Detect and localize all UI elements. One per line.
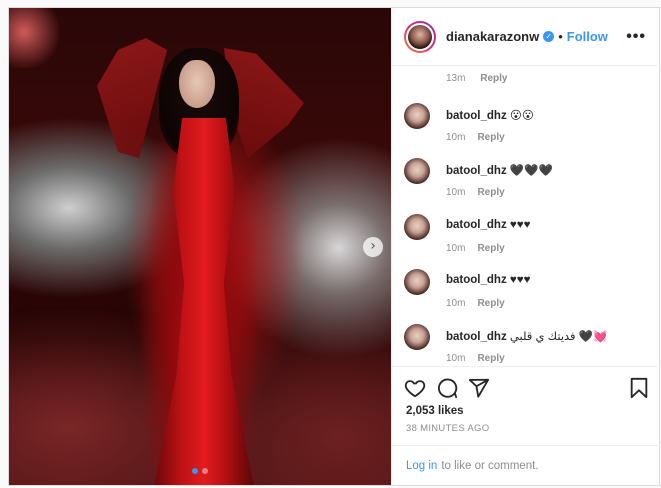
list-item: batool_dhz 😮😮 10m Reply (404, 103, 654, 151)
login-prompt-text: to like or comment. (441, 459, 539, 472)
comment-body: ♥♥♥ (509, 219, 531, 231)
chevron-right-icon[interactable]: › (363, 237, 383, 257)
avatar[interactable] (404, 324, 430, 350)
comment-meta: 13m Reply (446, 73, 507, 84)
post-timestamp[interactable]: 38 MINUTES AGO (406, 423, 489, 434)
photo-decor (9, 8, 59, 68)
post-header: dianakarazonw ✓ • Follow ••• (392, 8, 660, 66)
list-item: batool_dhz ♥♥♥ 10m Reply (404, 214, 654, 262)
comment-time: 10m (446, 243, 466, 254)
reply-button[interactable]: Reply (477, 243, 504, 254)
list-item: batool_dhz 🖤🖤🖤 10m Reply (404, 158, 654, 206)
action-bar (392, 368, 660, 408)
comment-text: batool_dhz ♥♥♥ (446, 219, 530, 231)
heart-icon[interactable] (404, 377, 426, 399)
carousel-indicator (192, 468, 208, 474)
reply-button[interactable]: Reply (477, 132, 504, 143)
comment-text: batool_dhz ♥♥♥ (446, 274, 530, 286)
login-link[interactable]: Log in (406, 460, 437, 472)
comment-meta: 10m Reply (446, 353, 505, 364)
reply-button[interactable]: Reply (477, 353, 504, 364)
carousel-dot (202, 468, 208, 474)
avatar[interactable] (404, 214, 430, 240)
comment-text: batool_dhz فديتك ي قلبي 🖤💓 (446, 329, 607, 343)
comment-body: فديتك ي قلبي 🖤💓 (509, 331, 608, 343)
share-icon[interactable] (468, 377, 490, 399)
comment-time: 10m (446, 132, 466, 143)
comment-username[interactable]: batool_dhz (446, 274, 507, 286)
avatar[interactable] (404, 20, 436, 53)
comment-username[interactable]: batool_dhz (446, 219, 507, 231)
comments-list[interactable]: 13m Reply batool_dhz 😮😮 10m Reply batool_… (392, 66, 660, 367)
login-prompt: Log in to like or comment. (392, 445, 660, 485)
post-photo[interactable]: › (9, 8, 391, 485)
username-link[interactable]: dianakarazonw (446, 29, 539, 44)
avatar[interactable] (404, 103, 430, 129)
comment-time: 10m (446, 187, 466, 198)
post-card: › dianakarazonw ✓ • Follow ••• 13m Reply… (8, 7, 660, 486)
avatar[interactable] (404, 158, 430, 184)
comment-text: batool_dhz 😮😮 (446, 108, 534, 122)
comment-meta: 10m Reply (446, 298, 505, 309)
comment-username[interactable]: batool_dhz (446, 331, 507, 343)
verified-badge-icon: ✓ (543, 31, 555, 42)
avatar-image (406, 22, 434, 51)
list-item: batool_dhz ♥♥♥ 10m Reply (404, 269, 654, 317)
comment-meta: 10m Reply (446, 243, 505, 254)
comment-meta: 10m Reply (446, 187, 505, 198)
header-separator: • (558, 29, 563, 44)
reply-button[interactable]: Reply (477, 298, 504, 309)
comment-body: 🖤🖤🖤 (509, 165, 553, 177)
avatar[interactable] (404, 269, 430, 295)
comment-time: 10m (446, 298, 466, 309)
comment-username[interactable]: batool_dhz (446, 165, 507, 177)
comment-meta: 10m Reply (446, 132, 505, 143)
likes-count[interactable]: 2,053 likes (406, 405, 464, 417)
comment-icon[interactable] (436, 377, 458, 399)
comment-time: 13m (446, 73, 466, 84)
photo-subject-arm-left (97, 38, 167, 158)
carousel-dot-active (192, 468, 198, 474)
more-options-icon[interactable]: ••• (626, 28, 646, 46)
reply-button[interactable]: Reply (477, 187, 504, 198)
list-item: batool_dhz فديتك ي قلبي 🖤💓 10m Reply (404, 324, 654, 366)
post-sidebar: dianakarazonw ✓ • Follow ••• 13m Reply b… (391, 8, 660, 485)
reply-button[interactable]: Reply (480, 73, 507, 84)
follow-button[interactable]: Follow (567, 29, 608, 44)
comment-text: batool_dhz 🖤🖤🖤 (446, 163, 553, 177)
bookmark-icon[interactable] (628, 377, 650, 399)
comment-body: 😮😮 (509, 110, 534, 122)
comment-time: 10m (446, 353, 466, 364)
comment-body: ♥♥♥ (509, 274, 531, 286)
photo-subject-dress (154, 118, 254, 485)
comment-username[interactable]: batool_dhz (446, 110, 507, 122)
photo-subject-face (179, 60, 215, 108)
